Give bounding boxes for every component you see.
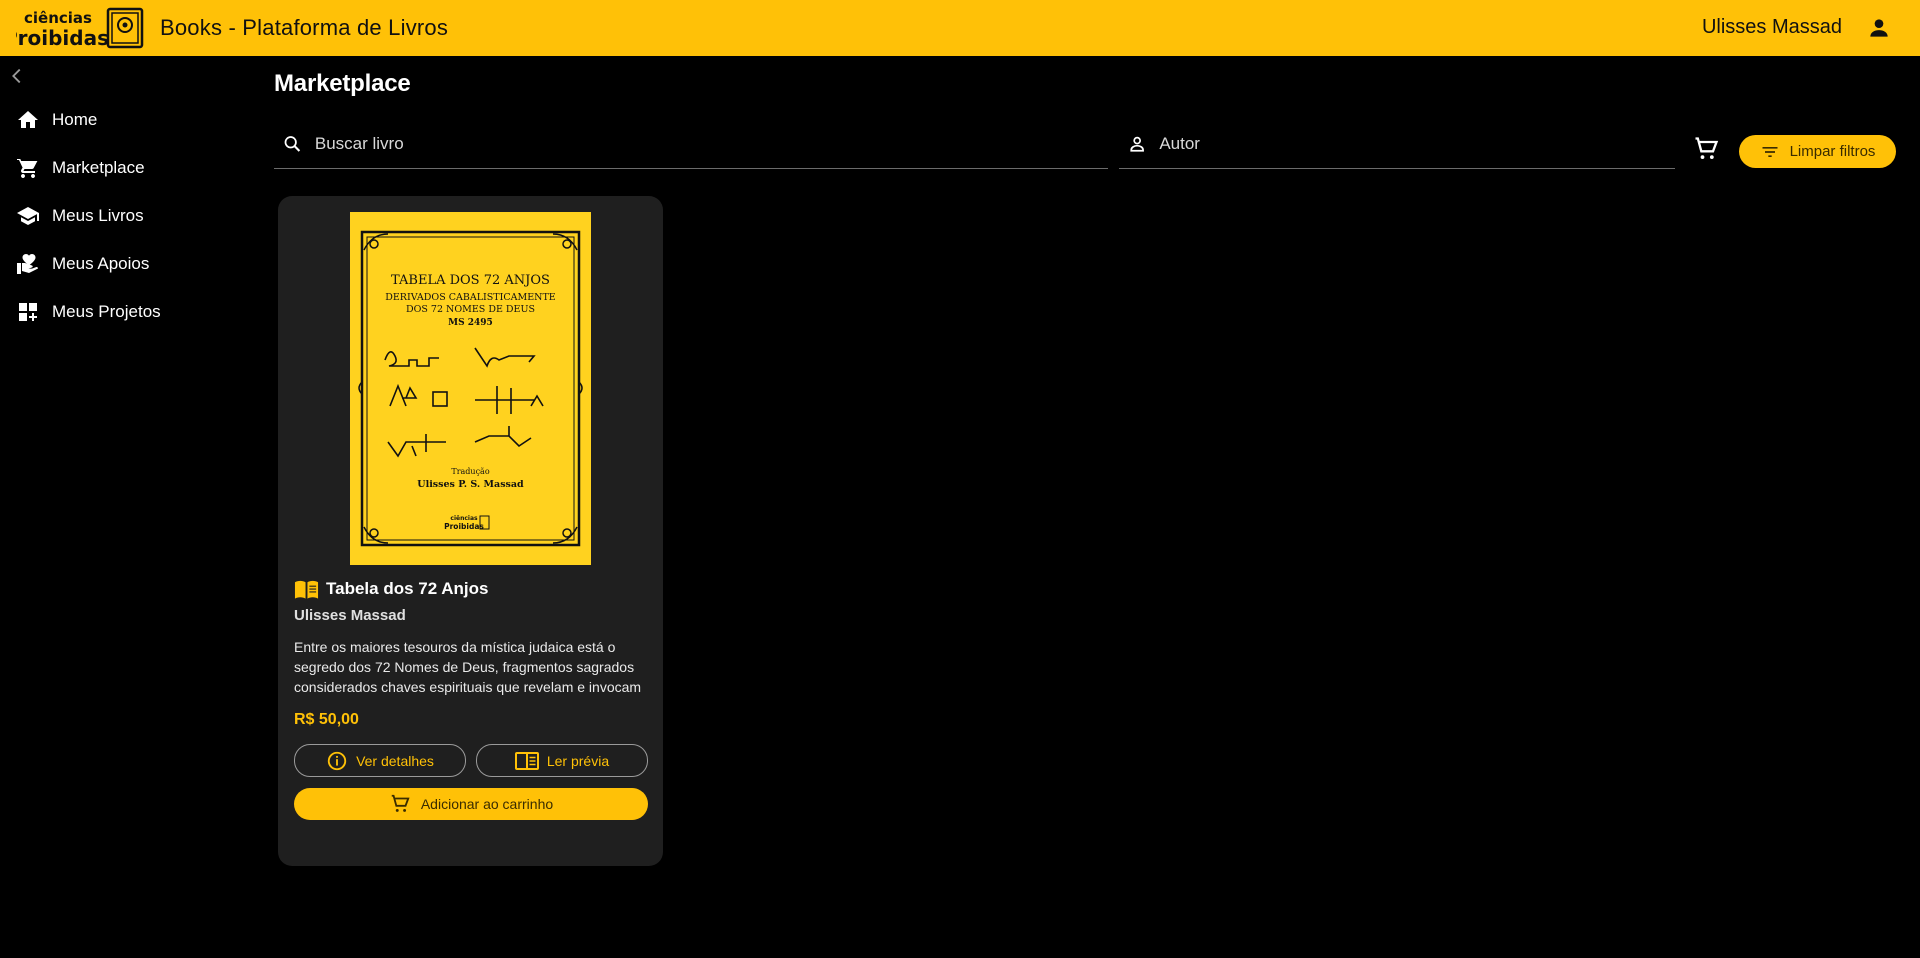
read-preview-label: Ler prévia <box>546 752 610 769</box>
clear-filters-button[interactable]: Limpar filtros <box>1739 135 1896 168</box>
svg-text:DOS 72 NOMES DE DEUS: DOS 72 NOMES DE DEUS <box>406 304 535 315</box>
author-input[interactable] <box>1157 133 1675 155</box>
svg-text:ciências: ciências <box>450 515 478 522</box>
school-icon <box>17 207 39 225</box>
view-details-button[interactable]: Ver detalhes <box>294 744 466 777</box>
view-details-label: Ver detalhes <box>356 752 434 769</box>
user-name[interactable]: Ulisses Massad <box>1702 16 1842 39</box>
read-preview-button[interactable]: Ler prévia <box>476 744 648 777</box>
svg-text:MS 2495: MS 2495 <box>448 318 493 328</box>
book-price: R$ 50,00 <box>294 711 359 728</box>
svg-text:Ulisses P. S. Massad: Ulisses P. S. Massad <box>417 479 524 490</box>
svg-text:Proibidas: Proibidas <box>16 26 109 50</box>
sidebar-item-label: Meus Projetos <box>52 302 161 321</box>
sidebar-item-meus-apoios[interactable]: Meus Apoios <box>0 240 260 288</box>
filter-list-icon <box>1762 146 1778 157</box>
sidebar-item-label: Meus Apoios <box>52 254 150 273</box>
person-icon[interactable] <box>1866 15 1892 41</box>
search-input[interactable] <box>312 133 1108 155</box>
menu-book-icon <box>294 580 319 599</box>
svg-text:DERIVADOS CABALISTICAMENTE: DERIVADOS CABALISTICAMENTE <box>385 292 556 303</box>
book-title[interactable]: Tabela dos 72 Anjos <box>326 579 489 599</box>
sidebar-item-marketplace[interactable]: Marketplace <box>0 144 260 192</box>
app-title: Books - Plataforma de Livros <box>160 15 449 40</box>
add-shopping-cart-icon <box>391 794 410 812</box>
search-icon <box>284 136 301 152</box>
author-field[interactable] <box>1119 120 1675 169</box>
book-card: TABELA DOS 72 ANJOS DERIVADOS CABALISTIC… <box>278 196 663 866</box>
sidebar-item-meus-projetos[interactable]: Meus Projetos <box>0 288 260 336</box>
add-to-cart-button[interactable]: Adicionar ao carrinho <box>294 788 648 820</box>
person-outline-icon <box>1130 136 1144 152</box>
info-icon <box>327 751 347 770</box>
dashboard-add-icon <box>19 303 37 321</box>
svg-text:Tradução: Tradução <box>451 467 489 476</box>
search-field[interactable] <box>274 120 1108 169</box>
add-to-cart-label: Adicionar ao carrinho <box>420 796 554 812</box>
chevron-left-icon[interactable] <box>6 64 28 88</box>
svg-text:ciências: ciências <box>24 9 92 27</box>
book-description: Entre os maiores tesouros da mística jud… <box>294 639 642 695</box>
cart-icon <box>17 158 38 178</box>
sidebar-item-label: Marketplace <box>52 158 145 177</box>
brand-logo[interactable]: ciências Proibidas <box>16 5 148 51</box>
svg-text:TABELA DOS 72 ANJOS: TABELA DOS 72 ANJOS <box>391 273 550 288</box>
clear-filters-label: Limpar filtros <box>1789 143 1876 160</box>
cart-icon[interactable] <box>1692 135 1720 163</box>
book-cover[interactable]: TABELA DOS 72 ANJOS DERIVADOS CABALISTIC… <box>350 212 591 565</box>
sidebar-nav: Home Marketplace Meus Livros Meus Apoios… <box>0 96 260 336</box>
sidebar-item-label: Home <box>52 110 98 129</box>
page-title: Marketplace <box>274 70 411 97</box>
chrome-reader-icon <box>514 751 539 770</box>
home-icon <box>18 111 38 128</box>
sidebar-item-label: Meus Livros <box>52 206 144 225</box>
book-author: Ulisses Massad <box>294 607 406 624</box>
svg-text:Proibidas: Proibidas <box>444 522 484 531</box>
top-app-bar: ciências Proibidas Books - Plataforma de… <box>0 0 1920 56</box>
sidebar-item-home[interactable]: Home <box>0 96 260 144</box>
volunteer-icon <box>17 254 38 274</box>
sidebar-item-meus-livros[interactable]: Meus Livros <box>0 192 260 240</box>
